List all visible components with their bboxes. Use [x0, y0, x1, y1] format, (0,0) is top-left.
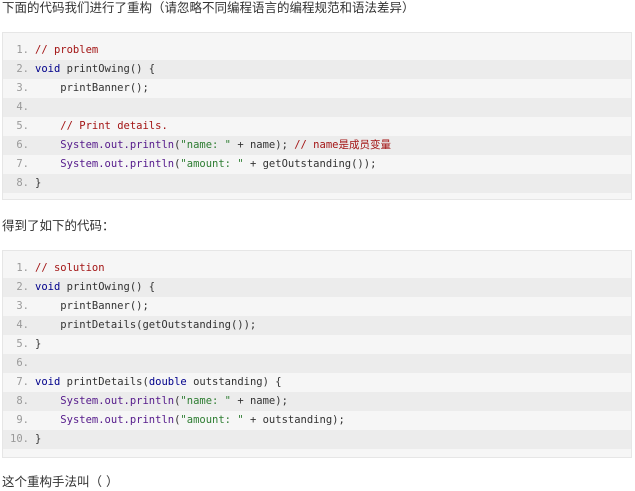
code-line: 7. System.out.println("amount: " + getOu… — [3, 155, 631, 174]
line-number: 5. — [16, 120, 29, 132]
code-line: 5.} — [3, 335, 631, 354]
line-number: 1. — [16, 44, 29, 56]
code-line: 7. void printDetails(double outstanding) … — [3, 373, 631, 392]
code-line: 8.} — [3, 174, 631, 193]
code-line: 9. System.out.println("amount: " + outst… — [3, 411, 631, 430]
line-number: 7. — [16, 158, 29, 170]
code-line: 2. void printOwing() { — [3, 278, 631, 297]
code-token: void — [35, 63, 61, 75]
code-token: // name是成员变量 — [294, 139, 391, 151]
code-block-before: 1. // problem 2. void printOwing() { 3. prin… — [2, 32, 632, 200]
line-number: 8. — [16, 177, 29, 189]
code-token: // problem — [35, 44, 99, 56]
line-number: 7. — [16, 376, 29, 388]
code-token: + getOutstanding()); — [243, 158, 377, 170]
code-token: } — [35, 433, 42, 445]
code-token: + outstanding); — [243, 414, 345, 426]
code-token: "amount: " — [180, 158, 244, 170]
code-token: printOwing() { — [60, 281, 156, 293]
code-token: "amount: " — [180, 414, 244, 426]
line-number: 6. — [16, 139, 29, 151]
code-token: double — [148, 376, 187, 388]
code-token: "name: " — [180, 395, 231, 407]
code-token: void — [35, 281, 61, 293]
line-number: 3. — [16, 82, 29, 94]
line-number: 1. — [16, 262, 29, 274]
code-token: + name); — [231, 139, 295, 151]
code-token: System.out.println — [60, 414, 175, 426]
line-number: 2. — [16, 281, 29, 293]
line-number: 3. — [16, 300, 29, 312]
code-token: printDetails( — [60, 376, 149, 388]
code-token: printOwing() { — [60, 63, 156, 75]
code-token: void — [35, 376, 61, 388]
line-number: 6. — [16, 357, 29, 369]
code-token: outstanding) { — [186, 376, 282, 388]
line-number: 9. — [16, 414, 29, 426]
code-line: 1. // problem — [3, 41, 631, 60]
question-middle-text: 得到了如下的代码： — [2, 218, 115, 233]
line-number: 2. — [16, 63, 29, 75]
code-line: 6. System.out.println("name: " + name); … — [3, 136, 631, 155]
code-token: System.out.println — [60, 395, 175, 407]
code-line: 1. // solution — [3, 259, 631, 278]
code-line: 2. void printOwing() { — [3, 60, 631, 79]
line-number: 10. — [10, 433, 29, 445]
code-block-after: 1. // solution 2. void printOwing() { 3. pri… — [2, 250, 632, 458]
code-token: printDetails(getOutstanding()); — [35, 319, 257, 331]
line-number: 4. — [16, 319, 29, 331]
code-line: 4. printDetails(getOutstanding()); — [3, 316, 631, 335]
line-number: 5. — [16, 338, 29, 350]
code-line: 4. — [3, 98, 631, 117]
code-line: 10.} — [3, 430, 631, 449]
code-token: // Print details. — [60, 120, 168, 132]
question-prompt: 这个重构手法叫（ ） — [2, 474, 119, 489]
line-number: 4. — [16, 101, 29, 113]
code-line: 8. System.out.println("name: " + name); — [3, 392, 631, 411]
code-token: printBanner(); — [35, 300, 149, 312]
code-token: } — [35, 177, 42, 189]
code-token: // solution — [35, 262, 105, 274]
code-line: 3. printBanner(); — [3, 79, 631, 98]
code-token: System.out.println — [60, 139, 175, 151]
code-token: } — [35, 338, 42, 350]
code-line: 5. // Print details. — [3, 117, 631, 136]
code-line: 6. — [3, 354, 631, 373]
code-token: System.out.println — [60, 158, 175, 170]
line-number: 8. — [16, 395, 29, 407]
code-token: + name); — [231, 395, 288, 407]
question-title: 下面的代码我们进行了重构（请忽略不同编程语言的编程规范和语法差异） — [2, 0, 415, 15]
code-line: 3. printBanner(); — [3, 297, 631, 316]
code-token: printBanner(); — [35, 82, 149, 94]
code-token: "name: " — [180, 139, 231, 151]
